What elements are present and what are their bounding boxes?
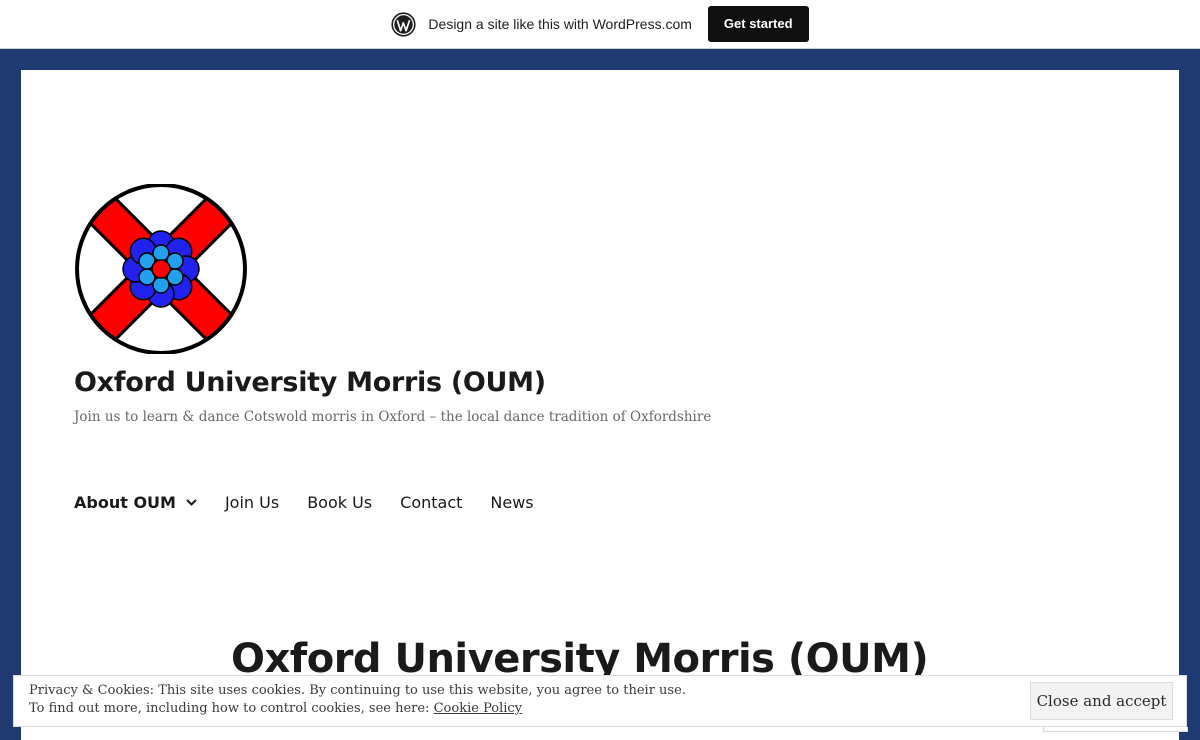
cookie-text-line2-prefix: To find out more, including how to contr… — [29, 701, 434, 716]
menu-item-join-us[interactable]: Join Us — [225, 493, 279, 512]
close-and-accept-button[interactable]: Close and accept — [1030, 682, 1173, 720]
menu-item-book-us[interactable]: Book Us — [307, 493, 372, 512]
site-logo[interactable] — [74, 184, 248, 354]
promo-text[interactable]: Design a site like this with WordPress.c… — [428, 16, 692, 32]
menu-item-news[interactable]: News — [490, 493, 533, 512]
page-card: Oxford University Morris (OUM) Join us t… — [21, 70, 1179, 740]
cookie-text-line1: Privacy & Cookies: This site uses cookie… — [29, 683, 686, 698]
get-started-button[interactable]: Get started — [707, 6, 809, 42]
site-tagline: Join us to learn & dance Cotswold morris… — [74, 409, 712, 425]
cookie-banner: Privacy & Cookies: This site uses cookie… — [13, 675, 1187, 727]
menu-item-about-oum[interactable]: About OUM — [74, 493, 197, 512]
cookie-policy-link[interactable]: Cookie Policy — [434, 701, 522, 716]
primary-menu: About OUM Join Us Book Us Contact News — [74, 493, 562, 512]
site-title[interactable]: Oxford University Morris (OUM) — [74, 367, 546, 398]
menu-item-contact[interactable]: Contact — [400, 493, 462, 512]
chevron-down-icon[interactable] — [186, 499, 197, 506]
wordpress-logo-icon[interactable] — [391, 11, 417, 37]
menu-item-label: About OUM — [74, 493, 176, 512]
follow-button-edge — [1043, 727, 1188, 732]
cookie-text-line2: To find out more, including how to contr… — [29, 700, 686, 718]
cookie-text: Privacy & Cookies: This site uses cookie… — [29, 682, 686, 718]
wordpress-promo-bar: Design a site like this with WordPress.c… — [0, 0, 1200, 49]
